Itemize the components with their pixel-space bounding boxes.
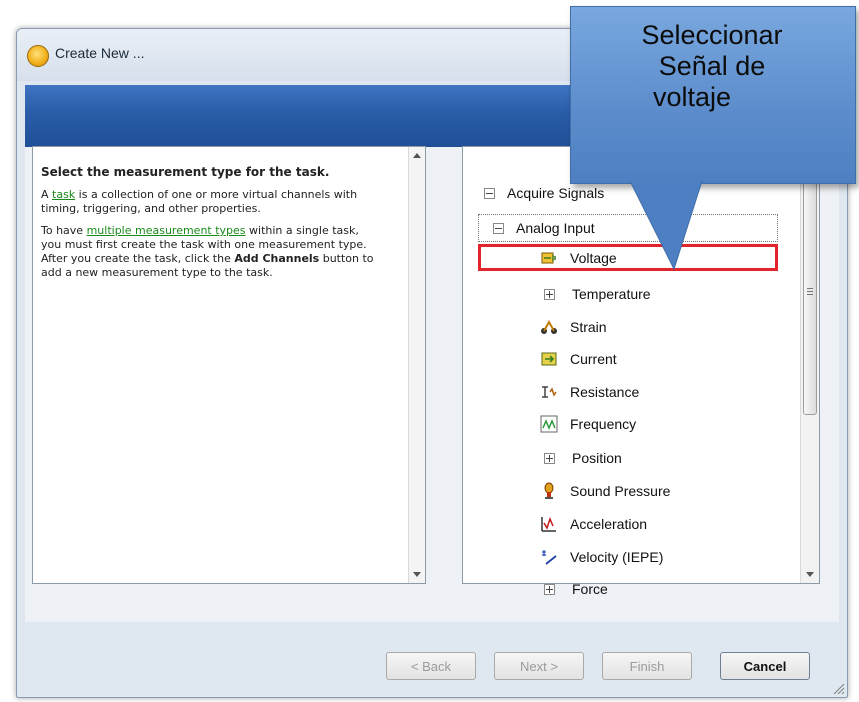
cancel-button[interactable]: Cancel [720,652,810,680]
add-channels-text: Add Channels [234,252,320,265]
collapse-icon[interactable] [493,222,504,234]
tree-item-label: Velocity (IEPE) [570,549,664,565]
tree-item-label: Acceleration [570,516,648,532]
tree-node-analog-input[interactable]: Analog Input [478,214,778,242]
tree-item-label: Resistance [570,384,640,400]
expand-icon[interactable] [544,452,555,464]
resistance-icon [542,386,557,399]
task-link[interactable]: task [52,188,75,201]
acceleration-icon [541,517,556,533]
finish-button[interactable]: Finish [602,652,692,680]
callout-line: voltaje [652,82,732,112]
frequency-icon [540,415,558,433]
tree-item-velocity-iepe[interactable]: Velocity (IEPE) [540,542,663,572]
grip-line [807,294,813,295]
voltage-selection-highlight [478,244,778,271]
help-heading: Select the measurement type for the task… [41,165,330,179]
help-paragraph-2: To have multiple measurement types withi… [41,224,381,280]
tree-item-label: Frequency [570,416,637,432]
tree-item-frequency[interactable]: Frequency [540,409,636,439]
tree-item-acceleration[interactable]: Acceleration [540,509,647,539]
tree-item-label: Position [572,450,622,466]
tree-item-force[interactable]: Force [540,574,608,604]
callout-pointer [630,181,703,271]
help-paragraph-1: A task is a collection of one or more vi… [41,188,381,216]
help-text: Select the measurement type for the task… [41,165,381,288]
tree-item-label: Strain [570,319,607,335]
help-text-span: To have [41,224,87,237]
scroll-up-icon[interactable] [413,153,421,158]
tree-scrollbar[interactable] [800,147,819,583]
tree-item-resistance[interactable]: Resistance [540,377,639,407]
callout-line: Seleccionar [641,20,783,50]
tree-item-label: Sound Pressure [570,483,671,499]
next-button[interactable]: Next > [494,652,584,680]
help-text-span: is a collection of one or more virtual c… [41,188,358,215]
microphone-icon [544,482,554,500]
expand-icon[interactable] [544,583,555,595]
help-text-span: A [41,188,53,201]
callout-text: Seleccionar Señal de voltaje [570,20,854,113]
tree-node-label: Analog Input [516,220,595,236]
back-button[interactable]: < Back [386,652,476,680]
tree-item-position[interactable]: Position [540,443,622,473]
help-scrollbar[interactable] [408,147,425,583]
strain-icon [541,320,557,335]
scrollbar-thumb[interactable] [803,173,817,415]
current-icon [541,352,557,366]
tree-item-label: Force [572,581,608,597]
grip-line [807,288,813,289]
window-title: Create New ... [55,45,145,61]
scroll-down-icon[interactable] [413,572,421,577]
collapse-icon[interactable] [484,187,495,199]
help-pane[interactable]: Select the measurement type for the task… [32,146,426,584]
scroll-down-icon[interactable] [806,572,814,577]
tree-item-sound-pressure[interactable]: Sound Pressure [540,476,670,506]
app-icon [27,45,49,67]
tree-item-strain[interactable]: Strain [540,312,607,342]
multiple-measurement-types-link[interactable]: multiple measurement types [87,224,246,237]
tree-item-label: Temperature [572,286,651,302]
callout-line: Señal de [658,51,766,81]
expand-icon[interactable] [544,288,555,300]
tree-node-label: Acquire Signals [507,185,605,201]
grip-line [807,291,813,292]
tree-item-current[interactable]: Current [540,344,617,374]
velocity-icon [542,550,557,565]
resize-grip-icon[interactable] [831,681,845,695]
tree-item-label: Current [570,351,617,367]
tree-item-temperature[interactable]: Temperature [540,279,651,309]
